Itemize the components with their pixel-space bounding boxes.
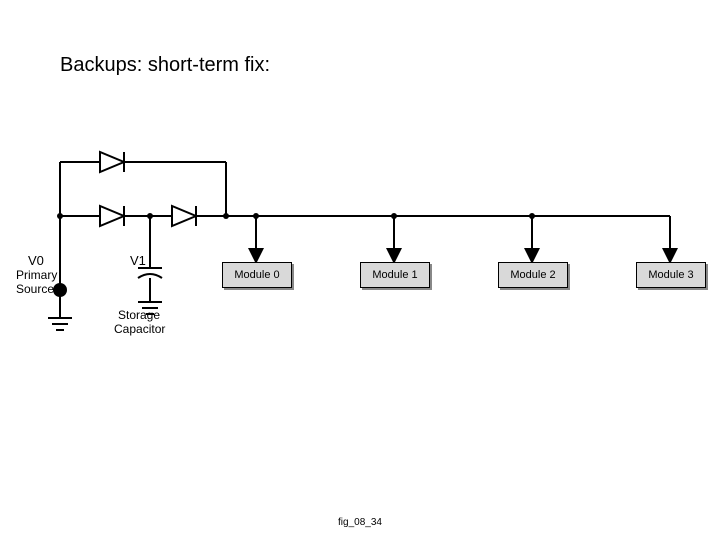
ground-icon bbox=[138, 302, 162, 314]
module-box: Module 1 bbox=[360, 262, 430, 288]
module-box: Module 3 bbox=[636, 262, 706, 288]
module-box: Module 0 bbox=[222, 262, 292, 288]
module-label: Module 0 bbox=[234, 269, 279, 281]
module-label: Module 2 bbox=[510, 269, 555, 281]
figure-caption: fig_08_34 bbox=[0, 517, 720, 528]
module-label: Module 1 bbox=[372, 269, 417, 281]
circuit-diagram: Backups: short-term fix: V0 Primary Sour… bbox=[0, 0, 720, 540]
module-box: Module 2 bbox=[498, 262, 568, 288]
diode-icon bbox=[100, 206, 124, 226]
ground-icon bbox=[48, 318, 72, 330]
module-label: Module 3 bbox=[648, 269, 693, 281]
diode-icon bbox=[100, 152, 124, 172]
primary-source-icon bbox=[53, 283, 67, 297]
diode-icon bbox=[172, 206, 196, 226]
capacitor-icon bbox=[138, 268, 162, 278]
